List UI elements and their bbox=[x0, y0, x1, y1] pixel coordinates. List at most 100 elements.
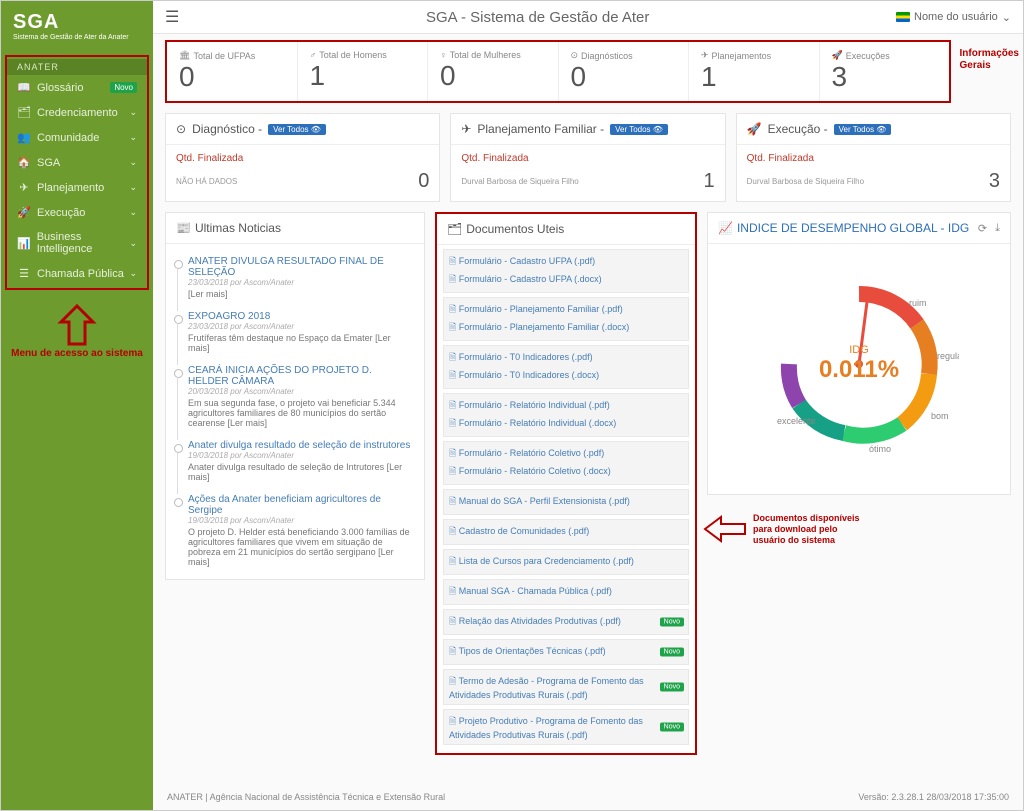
stat-icon: 🚀 bbox=[832, 50, 843, 61]
news-title[interactable]: CEARÁ INICIA AÇÕES DO PROJETO D. HELDER … bbox=[188, 365, 412, 387]
idg-header: INDICE DE DESEMPENHO GLOBAL - IDG bbox=[737, 221, 969, 235]
rocket-icon: 🚀 bbox=[747, 122, 762, 136]
news-title[interactable]: ANATER DIVULGA RESULTADO FINAL DE SELEÇÃ… bbox=[188, 256, 412, 278]
doc-badge: Novo bbox=[660, 618, 684, 627]
stat-label: ♂ Total de Homens bbox=[310, 50, 416, 60]
hamburger-icon[interactable]: ☰ bbox=[165, 7, 179, 27]
news-desc: O projeto D. Helder está beneficiando 3.… bbox=[188, 527, 412, 567]
stat-execuções: 🚀 Execuções3 bbox=[820, 42, 950, 101]
doc-link[interactable]: 🗎 Formulário - Relatório Individual (.pd… bbox=[449, 397, 683, 415]
user-menu[interactable]: Nome do usuário ⌄ bbox=[896, 11, 1011, 24]
stat-total-de-ufpas: 🏛 Total de UFPAs0 bbox=[167, 42, 298, 101]
doc-link[interactable]: 🗎 Manual do SGA - Perfil Extensionista (… bbox=[449, 493, 683, 511]
doc-link[interactable]: 🗎 Lista de Cursos para Credenciamento (.… bbox=[449, 553, 683, 571]
news-desc: Em sua segunda fase, o projeto vai benef… bbox=[188, 398, 412, 428]
doc-link[interactable]: 🗎 Manual SGA - Chamada Pública (.pdf) bbox=[449, 583, 683, 601]
doc-group: 🗎 Formulário - Relatório Coletivo (.pdf)… bbox=[443, 441, 689, 485]
menu-icon: 📊 bbox=[17, 237, 31, 250]
doc-badge: Novo bbox=[660, 648, 684, 657]
sidebar-item-planejamento[interactable]: ✈Planejamento⌄ bbox=[7, 175, 147, 200]
ver-todos-plan[interactable]: Ver Todos 👁 bbox=[610, 124, 668, 135]
doc-group: 🗎 Formulário - Cadastro UFPA (.pdf)🗎 For… bbox=[443, 249, 689, 293]
menu-label: Glossário bbox=[37, 82, 83, 94]
logo-subtitle: Sistema de Gestão de Ater da Anater bbox=[13, 34, 141, 41]
arrow-left-icon bbox=[703, 515, 747, 543]
doc-link[interactable]: 🗎 Formulário - Relatório Coletivo (.docx… bbox=[449, 463, 683, 481]
news-item: Ações da Anater beneficiam agricultores … bbox=[166, 488, 424, 573]
sidebar-item-business-intelligence[interactable]: 📊 Business Intelligence⌄ bbox=[7, 225, 147, 261]
refresh-icon[interactable]: ⟳ bbox=[978, 222, 987, 235]
doc-link[interactable]: 🗎 Formulário - Planejamento Familiar (.p… bbox=[449, 301, 683, 319]
sidebar-item-credenciamento[interactable]: 🗂Credenciamento⌄ bbox=[7, 100, 147, 125]
chevron-down-icon: ⌄ bbox=[129, 238, 137, 249]
stat-value: 0 bbox=[440, 60, 546, 92]
menu-label: Execução bbox=[37, 207, 85, 219]
stat-icon: ♂ bbox=[310, 50, 317, 60]
news-meta: 23/03/2018 por Ascom/Anater bbox=[188, 322, 412, 331]
menu-icon: 👥 bbox=[17, 131, 31, 144]
menu-label: Business Intelligence bbox=[37, 231, 130, 255]
download-icon[interactable]: ⤓ bbox=[995, 222, 1000, 235]
sidebar-item-glossário[interactable]: 📖GlossárioNovo bbox=[7, 75, 147, 100]
sidebar-item-chamada-pública[interactable]: ☰Chamada Pública⌄ bbox=[7, 261, 147, 286]
user-name: Nome do usuário bbox=[914, 11, 998, 23]
stat-label: 🚀 Execuções bbox=[832, 50, 938, 61]
stat-value: 3 bbox=[832, 61, 938, 93]
doc-link[interactable]: 🗎 Projeto Produtivo - Programa de Foment… bbox=[449, 713, 683, 741]
news-title[interactable]: Ações da Anater beneficiam agricultores … bbox=[188, 494, 412, 516]
doc-link[interactable]: 🗎 Relação das Atividades Produtivas (.pd… bbox=[449, 613, 683, 631]
panel-planejamento: ✈ Planejamento Familiar - Ver Todos 👁 Qt… bbox=[450, 113, 725, 202]
gauge-value: 0.011% bbox=[819, 356, 899, 384]
news-desc: Anater divulga resultado de seleção de I… bbox=[188, 462, 412, 482]
panel-title: Planejamento Familiar - bbox=[477, 122, 604, 136]
sidebar-item-comunidade[interactable]: 👥Comunidade⌄ bbox=[7, 125, 147, 150]
doc-link[interactable]: 🗎 Formulário - T0 Indicadores (.pdf) bbox=[449, 349, 683, 367]
panel-docs: 🗂 Documentos Uteis 🗎 Formulário - Cadast… bbox=[435, 212, 697, 755]
arrow-up-icon bbox=[57, 304, 97, 348]
news-title[interactable]: Anater divulga resultado de seleção de i… bbox=[188, 440, 412, 451]
sidebar-item-execução[interactable]: 🚀Execução⌄ bbox=[7, 200, 147, 225]
panel-idg: 📈 INDICE DE DESEMPENHO GLOBAL - IDG ⟳⤓ bbox=[707, 212, 1011, 495]
panel-title: Diagnóstico - bbox=[192, 122, 262, 136]
doc-link[interactable]: 🗎 Tipos de Orientações Técnicas (.pdf) bbox=[449, 643, 683, 661]
docs-annotation: Documentos disponíveis para download pel… bbox=[703, 513, 1011, 545]
doc-group: 🗎 Relação das Atividades Produtivas (.pd… bbox=[443, 609, 689, 635]
doc-badge: Novo bbox=[660, 723, 684, 732]
menu-highlight: ANATER 📖GlossárioNovo🗂Credenciamento⌄👥Co… bbox=[5, 55, 149, 290]
news-title[interactable]: EXPOAGRO 2018 bbox=[188, 311, 412, 322]
menu-label: Planejamento bbox=[37, 182, 104, 194]
stats-row: 🏛 Total de UFPAs0♂ Total de Homens1♀ Tot… bbox=[165, 40, 951, 103]
doc-link[interactable]: 🗎 Formulário - Cadastro UFPA (.docx) bbox=[449, 271, 683, 289]
doc-link[interactable]: 🗎 Cadastro de Comunidades (.pdf) bbox=[449, 523, 683, 541]
ver-todos-diag[interactable]: Ver Todos 👁 bbox=[268, 124, 326, 135]
stats-caption: InformaçõesGerais bbox=[960, 48, 1019, 72]
doc-link[interactable]: 🗎 Formulário - Relatório Coletivo (.pdf) bbox=[449, 445, 683, 463]
chevron-down-icon: ⌄ bbox=[129, 157, 137, 168]
row-value: 1 bbox=[704, 170, 715, 193]
doc-group: 🗎 Formulário - Planejamento Familiar (.p… bbox=[443, 297, 689, 341]
ver-todos-exec[interactable]: Ver Todos 👁 bbox=[834, 124, 892, 135]
menu-category: ANATER bbox=[7, 59, 147, 75]
doc-link[interactable]: 🗎 Formulário - Planejamento Familiar (.d… bbox=[449, 319, 683, 337]
doc-group: 🗎 Formulário - Relatório Individual (.pd… bbox=[443, 393, 689, 437]
stat-icon: ⊙ bbox=[571, 50, 579, 61]
docs-caption: Documentos disponíveis para download pel… bbox=[753, 513, 863, 545]
panel-sub: Qtd. Finalizada bbox=[747, 153, 1000, 164]
doc-group: 🗎 Termo de Adesão - Programa de Fomento … bbox=[443, 669, 689, 705]
stat-label: 🏛 Total de UFPAs bbox=[179, 50, 285, 61]
doc-link[interactable]: 🗎 Formulário - T0 Indicadores (.docx) bbox=[449, 367, 683, 385]
footer-right: Versão: 2.3.28.1 28/03/2018 17:35:00 bbox=[858, 792, 1009, 802]
row-name: Durval Barbosa de Siqueira Filho bbox=[461, 177, 578, 186]
stat-value: 0 bbox=[571, 61, 677, 93]
app-title: SGA - Sistema de Gestão de Ater bbox=[179, 9, 896, 26]
flag-icon bbox=[896, 12, 910, 22]
doc-link[interactable]: 🗎 Formulário - Cadastro UFPA (.pdf) bbox=[449, 253, 683, 271]
sidebar-item-sga[interactable]: 🏠SGA⌄ bbox=[7, 150, 147, 175]
doc-link[interactable]: 🗎 Formulário - Relatório Individual (.do… bbox=[449, 415, 683, 433]
row-name: Durval Barbosa de Siqueira Filho bbox=[747, 177, 864, 186]
doc-link[interactable]: 🗎 Termo de Adesão - Programa de Fomento … bbox=[449, 673, 683, 701]
panels-row: ⊙ Diagnóstico - Ver Todos 👁 Qtd. Finaliz… bbox=[153, 103, 1023, 202]
chevron-down-icon: ⌄ bbox=[129, 107, 137, 118]
news-meta: 20/03/2018 por Ascom/Anater bbox=[188, 387, 412, 396]
folder-icon: 🗂 bbox=[447, 222, 462, 236]
